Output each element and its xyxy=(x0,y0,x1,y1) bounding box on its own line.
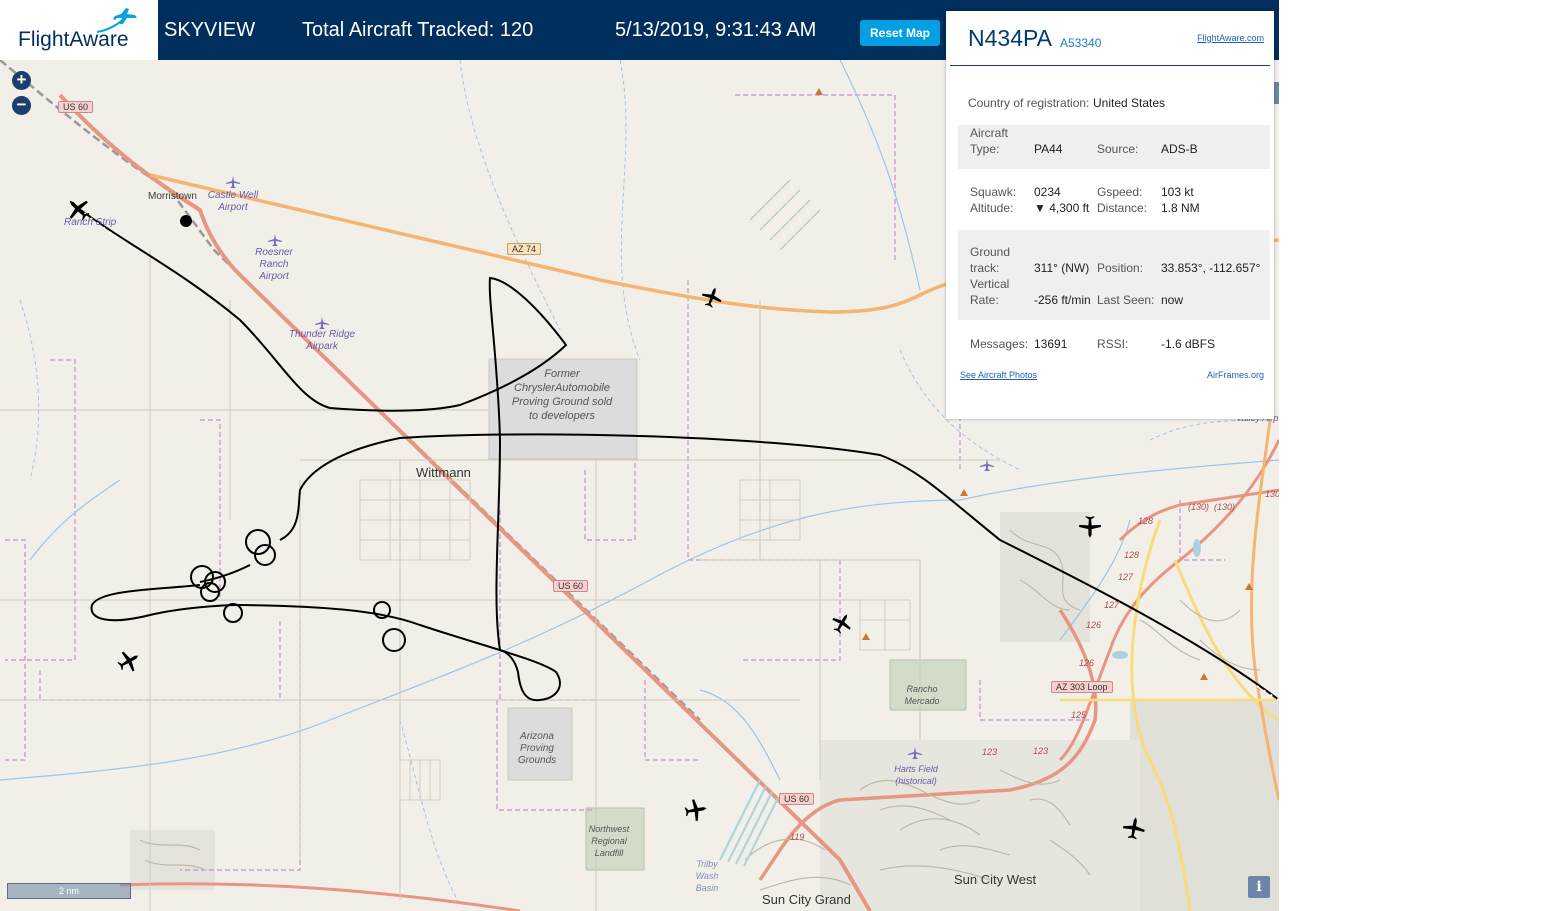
airport-icon xyxy=(980,459,994,471)
highway-shield: US 60 xyxy=(58,101,94,113)
plane-icon[interactable] xyxy=(116,648,142,674)
gspeed-value: 103 kt xyxy=(1161,185,1194,199)
road-number: 126 xyxy=(1086,620,1102,630)
flightaware-link[interactable]: FlightAware.com xyxy=(1197,33,1264,43)
road-number: (130) xyxy=(1188,502,1210,512)
aircraft-photos-link[interactable]: See Aircraft Photos xyxy=(960,370,1037,380)
position-value: 33.853°, -112.657° xyxy=(1161,261,1261,275)
highway-shield: AZ 303 Loop xyxy=(1051,681,1113,693)
airport-label: Ranch Strip xyxy=(64,217,117,228)
vertical-rate-value: -256 ft/min xyxy=(1034,293,1091,307)
plane-icon[interactable] xyxy=(1077,514,1103,540)
road-number: 123 xyxy=(1033,746,1049,756)
divider xyxy=(950,65,1270,66)
scale-bar: 2 nm xyxy=(7,883,131,899)
aircraft-type-label: Aircraft Type: xyxy=(970,126,1009,156)
distance-label: Distance: xyxy=(1097,201,1148,215)
logo-text: FlightAware xyxy=(18,28,129,51)
road-number: 130 xyxy=(1265,489,1279,499)
town-label: Sun City Grand xyxy=(762,892,851,907)
airport-icon xyxy=(908,747,922,759)
road-number: 127 xyxy=(1118,572,1134,582)
airport-label: Castle Well Airport xyxy=(207,190,259,213)
airport-label: Harts Field (historical) xyxy=(894,764,938,786)
town-label: Sun City West xyxy=(954,872,1037,887)
road-number: 128 xyxy=(1138,516,1154,526)
highway-shield: US 60 xyxy=(779,793,815,805)
airframes-link[interactable]: AirFrames.org xyxy=(1207,370,1264,380)
info-icon[interactable]: i xyxy=(1248,876,1270,898)
aircraft-type-value: PA44 xyxy=(1034,142,1063,156)
area-label: Rancho Mercado xyxy=(904,684,940,706)
airport-label: Thunder Ridge Airpark xyxy=(288,329,356,352)
messages-value: 13691 xyxy=(1034,337,1068,351)
aircraft-info-panel: N434PA A53340 FlightAware.com Country of… xyxy=(946,11,1274,419)
zoom-in-icon[interactable]: + xyxy=(12,71,31,90)
skyview-app: US 60 US 60 US 60 AZ 74 AZ 303 Loop 128 … xyxy=(0,0,1279,911)
highway-shield: US 60 xyxy=(553,580,589,592)
road-number: 125 xyxy=(1071,710,1087,720)
altitude-value: ▼ 4,300 ft xyxy=(1034,201,1090,215)
messages-label: Messages: xyxy=(970,337,1029,351)
road-number: (130) xyxy=(1214,502,1236,512)
plane-icon[interactable] xyxy=(1121,815,1147,841)
country-label: Country of registration: xyxy=(968,96,1090,110)
airport-icon xyxy=(226,176,240,188)
highway-shield: AZ 74 xyxy=(507,243,542,255)
road-number: 119 xyxy=(790,832,805,842)
area-label: Northwest Regional Landfill xyxy=(588,824,630,858)
scale-label: 2 nm xyxy=(58,886,79,896)
plane-icon[interactable] xyxy=(683,797,709,823)
ground-track-value: 311° (NW) xyxy=(1034,261,1090,275)
town-label: Wittmann xyxy=(416,465,471,480)
gspeed-label: Gspeed: xyxy=(1097,185,1143,199)
area-label: Trilby Wash Basin xyxy=(695,859,719,893)
rssi-label: RSSI: xyxy=(1097,337,1129,351)
road-number: 123 xyxy=(982,747,998,757)
altitude-label: Altitude: xyxy=(970,201,1014,215)
aircraft-count: Total Aircraft Tracked: 120 xyxy=(302,19,534,41)
last-seen-label: Last Seen: xyxy=(1097,293,1155,307)
datetime: 5/13/2019, 9:31:43 AM xyxy=(615,19,817,41)
area-label: Arizona Proving Grounds xyxy=(517,731,557,766)
airport-icon xyxy=(315,317,329,329)
airport-label: Roesner Ranch Airport xyxy=(255,247,293,282)
area-label: Former ChryslerAutomobile Proving Ground… xyxy=(511,368,613,422)
road-number: 126 xyxy=(1079,658,1095,668)
flightaware-logo[interactable]: FlightAware xyxy=(0,0,158,60)
ground-track-label: Ground track: xyxy=(970,245,1011,275)
vertical-rate-label: Vertical Rate: xyxy=(970,277,1010,307)
squawk-label: Squawk: xyxy=(970,185,1017,199)
distance-value: 1.8 NM xyxy=(1161,201,1200,215)
road-number: 128 xyxy=(1124,550,1140,560)
aircraft-hex: A53340 xyxy=(1060,36,1102,50)
zoom-out-icon[interactable]: − xyxy=(12,96,31,115)
plane-icon[interactable] xyxy=(700,285,724,309)
last-seen-value: now xyxy=(1161,293,1184,307)
road-number: 127 xyxy=(1104,600,1120,610)
squawk-value: 0234 xyxy=(1034,185,1061,199)
place-label: Morristown xyxy=(148,191,197,202)
app-title: SKYVIEW xyxy=(164,19,256,41)
country-value: United States xyxy=(1093,96,1166,110)
position-label: Position: xyxy=(1097,261,1144,275)
reset-map-button[interactable]: Reset Map xyxy=(860,20,940,46)
source-label: Source: xyxy=(1097,142,1139,156)
plane-icon[interactable] xyxy=(830,611,854,635)
aircraft-registration: N434PA xyxy=(968,25,1052,51)
airport-icon xyxy=(268,234,282,246)
source-value: ADS-B xyxy=(1161,142,1198,156)
rssi-value: -1.6 dBFS xyxy=(1161,337,1216,351)
